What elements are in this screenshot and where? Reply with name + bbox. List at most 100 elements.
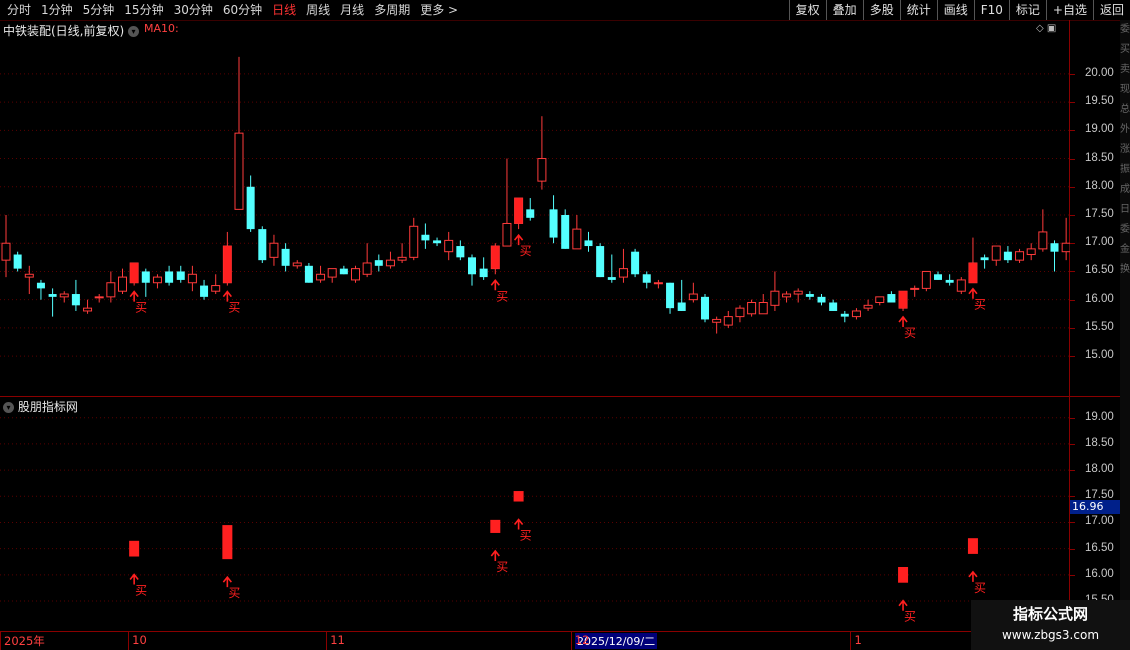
candle-body xyxy=(211,285,221,292)
price-tick-mark xyxy=(1070,496,1075,498)
candle-body xyxy=(618,268,628,278)
candle-body xyxy=(1,242,11,261)
action-button[interactable]: 返回 xyxy=(1092,0,1130,20)
candle-body xyxy=(83,307,93,312)
candle-body xyxy=(712,318,722,323)
buy-label: 买 xyxy=(496,560,508,574)
date-separator xyxy=(128,632,130,650)
candle-body xyxy=(362,262,372,275)
candle-body xyxy=(71,294,80,306)
side-panel-label: 日 xyxy=(1120,204,1130,215)
candle-body xyxy=(59,293,69,298)
candle-body xyxy=(653,282,663,285)
candle-body xyxy=(723,316,733,326)
date-tick-label: 12 xyxy=(574,633,590,647)
price-tick-label: 17.00 xyxy=(1085,236,1114,249)
price-tick-mark xyxy=(1070,443,1075,445)
price-tick-mark xyxy=(1070,271,1075,273)
side-panel-label: 总 xyxy=(1120,104,1130,115)
price-tick-mark xyxy=(1070,243,1075,245)
candle-body xyxy=(631,251,640,275)
watermark-title: 指标公式网 xyxy=(1012,605,1088,623)
price-tick-mark xyxy=(1070,548,1075,550)
price-tick-label: 19.00 xyxy=(1085,123,1114,136)
candle-body xyxy=(316,273,326,281)
price-tick-mark xyxy=(1070,327,1075,329)
candle-body xyxy=(642,274,651,283)
price-tick-mark xyxy=(1070,73,1075,75)
candle-body xyxy=(36,282,45,289)
candle-body xyxy=(269,242,279,258)
candle-body xyxy=(385,259,395,267)
date-separator xyxy=(850,632,852,650)
date-axis: 2025/12/09/二 2025年10111212 xyxy=(0,631,1095,650)
quote-side-panel[interactable]: 委买卖现总外涨振成日委金换 xyxy=(1120,20,1130,650)
candle-body xyxy=(1003,251,1012,261)
price-tick-mark xyxy=(1070,522,1075,524)
candle-body xyxy=(234,132,244,210)
candle-body xyxy=(584,240,593,247)
date-tick-label: 1 xyxy=(854,633,862,647)
price-tick-mark xyxy=(1070,299,1075,301)
buy-label: 买 xyxy=(974,581,986,595)
candle-body xyxy=(141,271,150,283)
candle-body xyxy=(1061,242,1070,253)
candle-body xyxy=(526,209,535,218)
candle-body xyxy=(782,293,792,298)
candle-body xyxy=(258,229,267,261)
signal-bar xyxy=(898,567,909,583)
candle-body xyxy=(339,268,348,275)
candle-body xyxy=(176,271,185,280)
candle-body xyxy=(851,310,861,318)
chart-canvas[interactable]: 买买买买买买买 买买买买买 xyxy=(0,0,1070,630)
price-tick-label: 17.50 xyxy=(1085,208,1114,220)
signal-bar xyxy=(129,540,140,557)
candle-body xyxy=(1038,231,1048,250)
buy-label: 买 xyxy=(520,244,532,258)
price-tick-label: 19.50 xyxy=(1085,95,1114,108)
side-panel-label: 外 xyxy=(1120,124,1130,135)
price-tick-label: 20.00 xyxy=(1085,66,1114,79)
candle-body xyxy=(980,257,989,261)
price-tick-label: 15.50 xyxy=(1085,320,1114,333)
price-tick-label: 15.00 xyxy=(1085,349,1114,362)
buy-label: 买 xyxy=(974,298,986,312)
buy-candle-highlight xyxy=(968,262,977,283)
candle-body xyxy=(572,228,582,250)
candle-body xyxy=(327,268,337,278)
signal-bar xyxy=(222,525,233,560)
candle-body xyxy=(351,268,360,281)
candle-body xyxy=(607,277,616,280)
candle-body xyxy=(421,234,430,241)
side-panel-label: 现 xyxy=(1120,84,1130,95)
candle-body xyxy=(875,296,885,303)
candle-body xyxy=(468,257,476,275)
candle-body xyxy=(433,240,442,244)
candle-body xyxy=(945,279,954,283)
candle-body xyxy=(747,302,757,315)
candle-body xyxy=(1026,248,1036,256)
signal-bar xyxy=(490,519,501,533)
price-tick-label: 18.50 xyxy=(1085,151,1114,164)
date-separator xyxy=(326,632,328,650)
buy-label: 买 xyxy=(228,301,240,315)
buy-label: 买 xyxy=(904,610,916,624)
candle-body xyxy=(688,293,698,301)
candle-body xyxy=(187,273,197,284)
signal-bar xyxy=(513,491,524,502)
candle-body xyxy=(13,254,22,269)
side-panel-label: 涨 xyxy=(1120,144,1130,155)
candle-body xyxy=(479,268,488,278)
price-tick-label: 16.00 xyxy=(1085,292,1114,305)
candle-body xyxy=(94,296,104,299)
candle-body xyxy=(817,296,826,303)
side-panel-label: 振 xyxy=(1120,164,1130,175)
candle-body xyxy=(304,265,313,283)
candle-body xyxy=(735,307,745,318)
date-separator xyxy=(570,632,572,650)
candle-body xyxy=(48,294,57,297)
side-panel-label: 卖 xyxy=(1120,64,1130,75)
buy-candle-highlight xyxy=(899,291,908,309)
buy-candle-highlight xyxy=(514,198,523,224)
candle-body xyxy=(863,304,873,309)
